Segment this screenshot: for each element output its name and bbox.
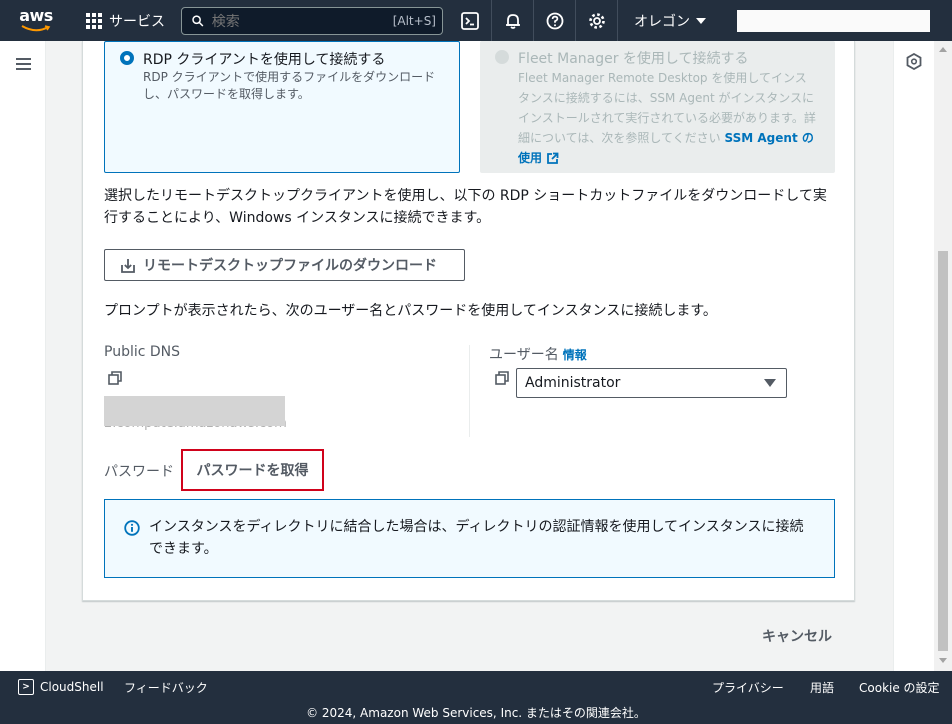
- column-divider: [469, 345, 470, 437]
- username-value: Administrator: [525, 375, 621, 391]
- get-password-label: パスワードを取得: [196, 463, 309, 479]
- search-input[interactable]: [211, 12, 393, 29]
- option-rdp-title: RDP クライアントを使用して接続する: [143, 52, 386, 68]
- username-info-link[interactable]: 情報: [563, 348, 587, 362]
- region-selector[interactable]: オレゴン: [617, 0, 722, 41]
- terminal-icon: [461, 11, 479, 30]
- caret-down-icon: [764, 379, 776, 387]
- download-rdp-file-button[interactable]: リモートデスクトップファイルのダウンロード: [104, 249, 465, 281]
- radio-rdp-selected[interactable]: [120, 51, 134, 65]
- public-dns-redacted: [104, 396, 285, 426]
- footer-feedback-link[interactable]: フィードバック: [124, 679, 208, 696]
- public-dns-label: Public DNS: [104, 344, 181, 360]
- info-alert: インスタンスをディレクトリに結合した場合は、ディレクトリの認証情報を使用してイン…: [104, 499, 835, 578]
- services-menu-button[interactable]: サービス: [86, 0, 165, 41]
- footer: > CloudShell フィードバック プライバシー 用語 Cookie の設…: [0, 671, 952, 724]
- option-rdp-client[interactable]: RDP クライアントを使用して接続する RDP クライアントで使用するファイルを…: [104, 41, 460, 173]
- bell-icon: [505, 13, 520, 29]
- footer-terms-link[interactable]: 用語: [810, 679, 834, 696]
- aws-logo-text: aws: [19, 6, 53, 25]
- download-button-label: リモートデスクトップファイルのダウンロード: [143, 258, 437, 274]
- get-password-button[interactable]: パスワードを取得: [181, 449, 324, 491]
- gear-icon: [588, 12, 605, 29]
- instructions-text: 選択したリモートデスクトップクライアントを使用し、以下の RDP ショートカット…: [104, 188, 827, 226]
- services-label: サービス: [109, 13, 165, 30]
- scrollbar[interactable]: [934, 41, 952, 671]
- scroll-up-arrow[interactable]: [939, 47, 947, 52]
- option-fleet-manager: Fleet Manager を使用して接続する Fleet Manager Re…: [480, 41, 835, 173]
- search-box[interactable]: [Alt+S]: [181, 6, 443, 35]
- top-navigation: aws サービス [Alt+S]: [0, 0, 952, 41]
- aws-smile-icon: [21, 25, 51, 32]
- notifications-button[interactable]: [491, 0, 533, 41]
- download-icon: [121, 258, 135, 273]
- option-rdp-description: RDP クライアントで使用するファイルをダウンロードし、パスワードを取得します。: [143, 70, 436, 101]
- cancel-button[interactable]: キャンセル: [762, 626, 832, 646]
- password-label: パスワード: [104, 464, 174, 480]
- aws-logo[interactable]: aws: [10, 0, 62, 41]
- hexagon-info-icon[interactable]: [906, 53, 922, 70]
- menu-icon[interactable]: [16, 58, 31, 73]
- scrollbar-thumb[interactable]: [938, 251, 948, 651]
- grid-icon: [86, 12, 102, 29]
- username-select[interactable]: Administrator: [516, 368, 787, 398]
- terminal-icon: >: [18, 679, 34, 695]
- radio-fleet-disabled: [495, 50, 509, 64]
- option-fleet-title: Fleet Manager を使用して接続する: [518, 51, 749, 67]
- prompt-text: プロンプトが表示されたら、次のユーザー名とパスワードを使用してインスタンスに接続…: [104, 303, 717, 319]
- search-icon: [192, 14, 204, 27]
- account-menu[interactable]: [737, 9, 930, 32]
- caret-down-icon: [696, 17, 706, 24]
- cloudshell-button[interactable]: [449, 0, 491, 41]
- copy-icon[interactable]: [495, 371, 509, 385]
- copy-icon[interactable]: [108, 371, 122, 385]
- settings-button[interactable]: [575, 0, 617, 41]
- footer-privacy-link[interactable]: プライバシー: [712, 679, 784, 696]
- left-rail: [0, 41, 46, 671]
- external-link-icon: [547, 152, 559, 164]
- connect-card: RDP クライアントを使用して接続する RDP クライアントで使用するファイルを…: [82, 41, 855, 601]
- footer-cookie-link[interactable]: Cookie の設定: [859, 679, 940, 696]
- scroll-down-arrow[interactable]: [939, 658, 947, 663]
- region-label: オレゴン: [634, 13, 690, 30]
- right-rail: [893, 41, 934, 671]
- footer-cloudshell-link[interactable]: > CloudShell: [18, 679, 104, 695]
- help-icon: [546, 12, 563, 29]
- search-shortcut: [Alt+S]: [392, 13, 436, 28]
- username-label: ユーザー名: [489, 347, 559, 363]
- info-icon: [124, 520, 140, 536]
- footer-cloudshell-label: CloudShell: [40, 680, 104, 694]
- help-button[interactable]: [533, 0, 575, 41]
- option-fleet-description: Fleet Manager Remote Desktop を使用してインスタンス…: [518, 68, 818, 168]
- footer-copyright: © 2024, Amazon Web Services, Inc. またはその関…: [306, 706, 646, 720]
- info-alert-text: インスタンスをディレクトリに結合した場合は、ディレクトリの認証情報を使用してイン…: [149, 519, 804, 557]
- username-label-row: ユーザー名 情報: [489, 344, 587, 364]
